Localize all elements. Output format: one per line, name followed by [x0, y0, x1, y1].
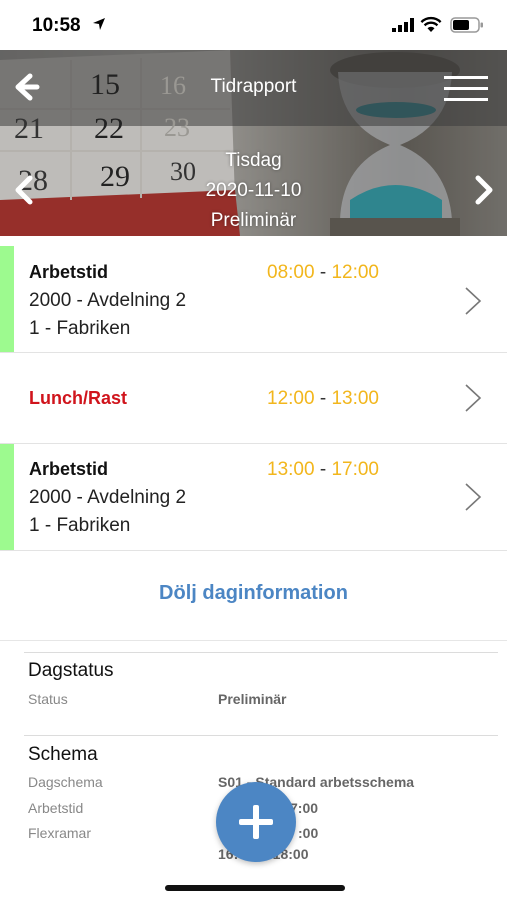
time-entry[interactable]: Arbetstid 08:00 - 12:00 2000 - Avdelning… — [0, 246, 507, 353]
time-entries-list: Arbetstid 08:00 - 12:00 2000 - Avdelning… — [0, 246, 507, 551]
time-entry[interactable]: Lunch/Rast 12:00 - 13:00 — [0, 353, 507, 444]
home-indicator[interactable] — [165, 885, 345, 891]
status-bar: 10:58 — [0, 0, 507, 50]
entry-time: 08:00 - 12:00 — [267, 262, 379, 283]
plus-icon — [239, 805, 273, 839]
time-entry[interactable]: Arbetstid 13:00 - 17:00 2000 - Avdelning… — [0, 444, 507, 551]
status-value: Preliminär — [218, 691, 287, 707]
hamburger-menu-icon[interactable] — [444, 76, 488, 102]
dagschema-label: Dagschema — [28, 774, 103, 790]
location-arrow-icon — [93, 18, 105, 30]
arbetstid-label: Arbetstid — [28, 800, 84, 816]
date: 2020-11-10 — [205, 180, 302, 201]
battery-icon — [450, 17, 483, 33]
day-status: Preliminär — [210, 210, 297, 231]
entry-type: Arbetstid — [29, 262, 109, 282]
cal-num-22: 22 — [94, 112, 124, 145]
cellular-signal-icon — [392, 18, 414, 32]
entry-type: Arbetstid — [29, 459, 109, 479]
status-label: Status — [28, 691, 68, 707]
entry-type: Lunch/Rast — [29, 388, 128, 408]
entry-workplace: 1 - Fabriken — [29, 515, 131, 536]
entry-workplace: 1 - Fabriken — [29, 318, 131, 339]
chevron-right-thin-icon — [465, 287, 482, 315]
entry-time: 13:00 - 17:00 — [267, 459, 379, 480]
day-info: Tisdag 2020-11-10 Preliminär — [0, 146, 507, 236]
status-color-bar — [0, 444, 14, 550]
schema-title: Schema — [28, 744, 98, 765]
cal-num-21: 21 — [14, 112, 44, 145]
cal-num-23: 23 — [164, 113, 190, 142]
flexramar-label: Flexramar — [28, 825, 92, 841]
status-time: 10:58 — [32, 15, 81, 36]
add-entry-button[interactable] — [216, 782, 296, 862]
entry-department: 2000 - Avdelning 2 — [29, 487, 187, 508]
chevron-left-icon[interactable] — [10, 175, 38, 205]
status-color-bar — [0, 246, 14, 352]
flexramar-value: :00 — [298, 825, 319, 841]
dagstatus-title: Dagstatus — [28, 660, 114, 681]
entry-time: 12:00 - 13:00 — [267, 388, 379, 409]
entry-department: 2000 - Avdelning 2 — [29, 290, 187, 311]
wifi-icon — [420, 16, 442, 32]
page-title: Tidrapport — [210, 76, 297, 97]
chevron-right-thin-icon — [465, 384, 482, 412]
back-arrow-icon[interactable] — [10, 72, 40, 102]
weekday: Tisdag — [225, 150, 282, 171]
header-banner: 15 16 21 22 23 28 29 30 Tidrapport Tisda… — [0, 50, 507, 236]
chevron-right-icon[interactable] — [470, 175, 498, 205]
chevron-right-thin-icon — [465, 483, 482, 511]
hide-day-info-button[interactable]: Dölj daginformation — [0, 582, 507, 605]
